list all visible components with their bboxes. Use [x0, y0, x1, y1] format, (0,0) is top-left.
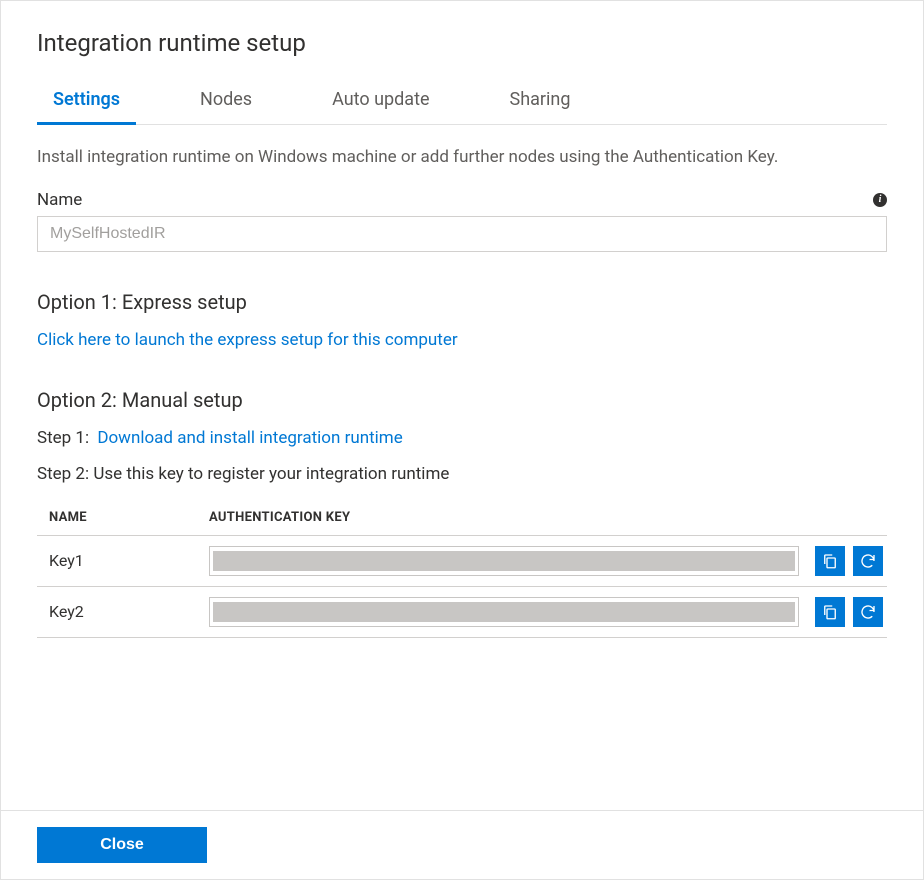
step1-line: Step 1: Download and install integration… [37, 428, 887, 448]
settings-description: Install integration runtime on Windows m… [37, 145, 887, 170]
copy-icon [821, 552, 839, 570]
option1-heading: Option 1: Express setup [37, 290, 887, 314]
masked-key-value [213, 602, 795, 622]
column-header-name: NAME [37, 500, 197, 536]
copy-key2-button[interactable] [815, 597, 845, 627]
table-row: Key2 [37, 586, 887, 637]
download-runtime-link[interactable]: Download and install integration runtime [97, 428, 402, 448]
key-value-cell [197, 535, 811, 586]
tab-nodes[interactable]: Nodes [184, 89, 268, 124]
masked-key-value [213, 551, 795, 571]
refresh-icon [859, 552, 877, 570]
name-label: Name [37, 190, 82, 210]
key-value-cell [197, 586, 811, 637]
table-row: Key1 [37, 535, 887, 586]
tab-auto-update[interactable]: Auto update [316, 89, 445, 124]
name-input[interactable] [37, 216, 887, 252]
copy-icon [821, 603, 839, 621]
close-button[interactable]: Close [37, 827, 207, 863]
refresh-icon [859, 603, 877, 621]
copy-key1-button[interactable] [815, 546, 845, 576]
tab-settings[interactable]: Settings [37, 89, 136, 125]
step1-prefix: Step 1: [37, 428, 89, 448]
refresh-key2-button[interactable] [853, 597, 883, 627]
key2-value-box [209, 597, 799, 627]
tab-sharing[interactable]: Sharing [494, 89, 587, 124]
column-header-authkey: AUTHENTICATION KEY [197, 500, 811, 536]
tabs-bar: Settings Nodes Auto update Sharing [37, 89, 887, 125]
keys-table: NAME AUTHENTICATION KEY Key1 [37, 500, 887, 638]
page-title: Integration runtime setup [37, 29, 887, 57]
step2-line: Step 2: Use this key to register your in… [37, 464, 887, 484]
key1-value-box [209, 546, 799, 576]
footer: Close [1, 810, 923, 879]
info-icon[interactable]: i [873, 193, 887, 207]
key-name-cell: Key2 [37, 586, 197, 637]
option2-heading: Option 2: Manual setup [37, 388, 887, 412]
refresh-key1-button[interactable] [853, 546, 883, 576]
key-name-cell: Key1 [37, 535, 197, 586]
express-setup-link[interactable]: Click here to launch the express setup f… [37, 330, 458, 350]
